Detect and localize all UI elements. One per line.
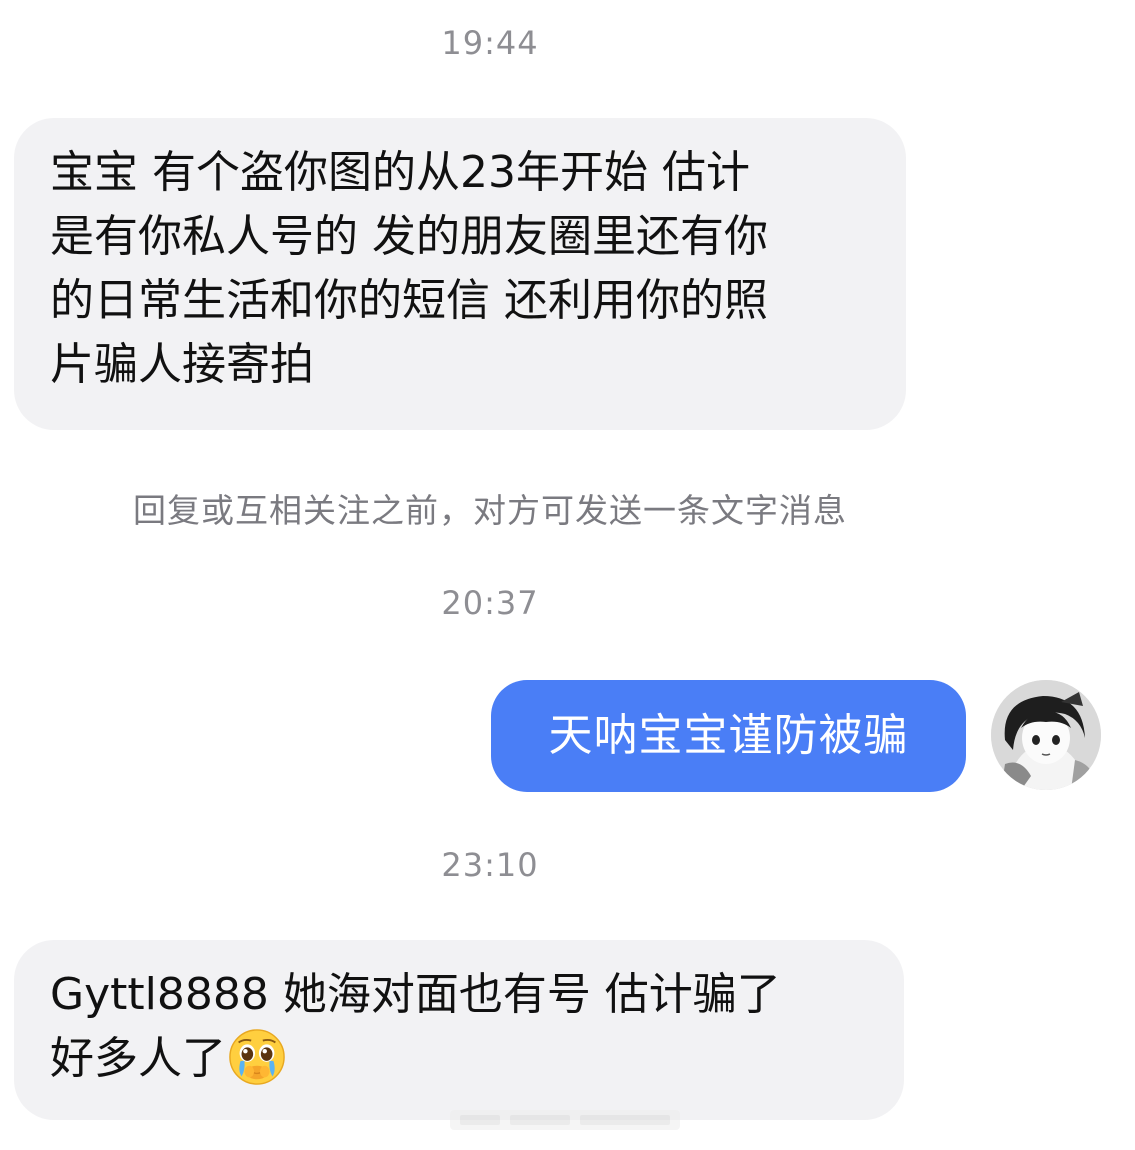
message-line: 的日常生活和你的短信 还利用你的照 [50,275,768,326]
message-text: 好多人了 [50,1033,226,1084]
anime-avatar-icon [991,680,1101,790]
outgoing-message-bubble[interactable]: 天呐宝宝谨防被骗 [491,680,966,792]
message-line: 片骗人接寄拍 [50,339,314,390]
incoming-message-bubble[interactable]: 宝宝 有个盗你图的从23年开始 估计 是有你私人号的 发的朋友圈里还有你 的日常… [14,118,906,430]
message-line: 好多人了 [50,1026,868,1092]
avatar[interactable] [991,680,1101,790]
timestamp: 19:44 [441,24,539,62]
message-line: 宝宝 有个盗你图的从23年开始 估计 [50,147,750,198]
message-line: Gyttl8888 她海对面也有号 估计骗了 [50,969,781,1020]
system-notice: 回复或互相关注之前，对方可发送一条文字消息 [133,491,847,530]
timestamp: 20:37 [441,584,539,622]
pleading-crying-face-icon [229,1029,285,1085]
watermark-icon [450,1110,680,1130]
message-line: 是有你私人号的 发的朋友圈里还有你 [50,211,768,262]
timestamp: 23:10 [441,846,539,884]
incoming-message-bubble[interactable]: Gyttl8888 她海对面也有号 估计骗了 好多人了 [14,940,904,1120]
